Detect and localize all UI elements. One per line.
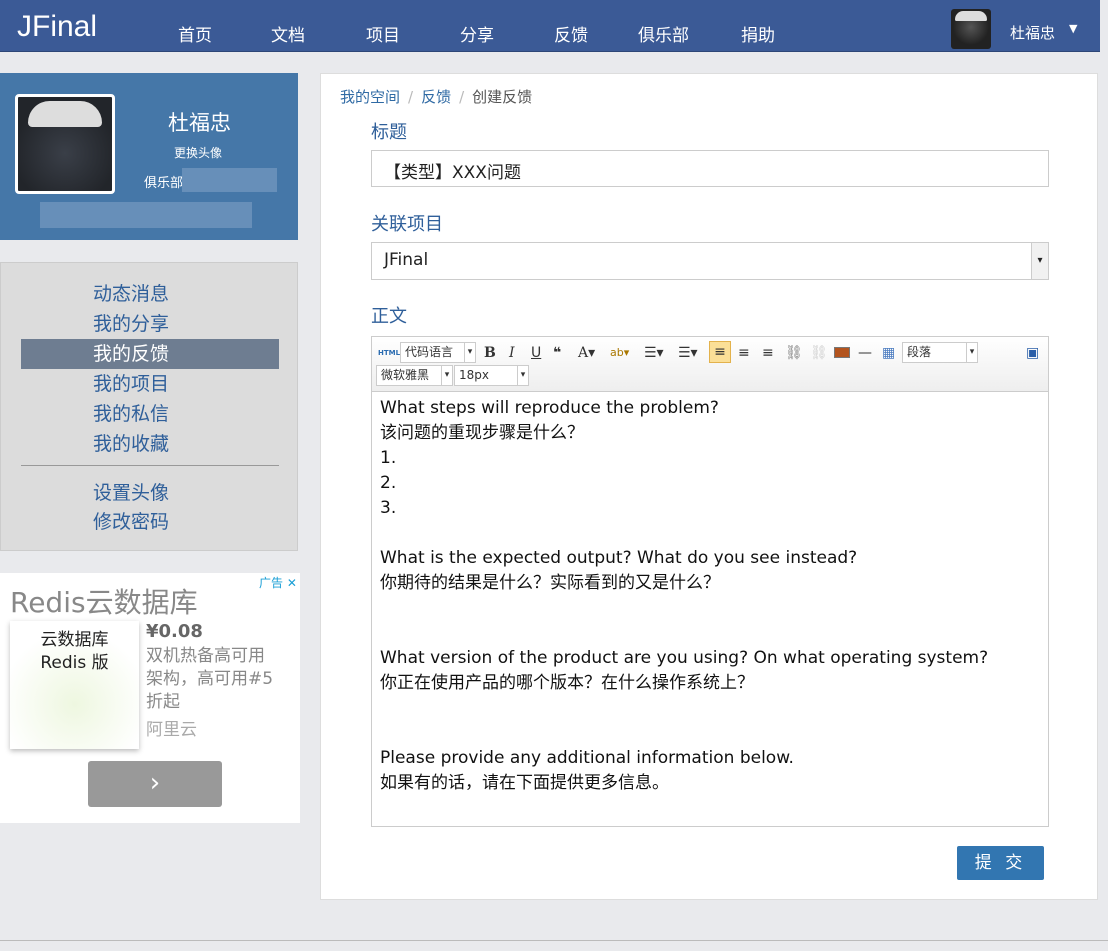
unordered-list-icon[interactable]: ☰▾	[678, 343, 698, 363]
blockquote-icon[interactable]: ❝	[553, 343, 561, 363]
submit-button[interactable]: 提 交	[957, 846, 1044, 880]
nav-donate[interactable]: 捐助	[741, 21, 775, 46]
user-name[interactable]: 杜福忠	[1010, 22, 1055, 43]
font-size-dropdown[interactable]: 18px	[454, 365, 529, 386]
unlink-icon[interactable]: ⛓	[810, 343, 828, 363]
change-avatar-link[interactable]: 更换头像	[174, 144, 222, 161]
advertisement[interactable]: Redis云数据库 广告 ✕ 云数据库 Redis 版 ¥0.08 双机热备高可…	[0, 573, 300, 823]
top-navbar: JFinal 首页 文档 项目 分享 反馈 俱乐部 捐助 杜福忠 ▼	[0, 0, 1100, 52]
font-color-icon[interactable]: A▾	[578, 343, 595, 363]
chevron-down-icon[interactable]: ▾	[1031, 243, 1048, 279]
sidebar-item-change-password[interactable]: 修改密码	[21, 507, 279, 537]
breadcrumb-my-space[interactable]: 我的空间	[340, 88, 400, 106]
project-select-value: JFinal	[384, 250, 429, 270]
ad-brand: 阿里云	[146, 720, 197, 740]
chevron-right-icon[interactable]: ›	[88, 761, 222, 807]
nav-docs[interactable]: 文档	[271, 21, 305, 46]
html-source-button[interactable]: HTML	[378, 343, 400, 363]
image-icon[interactable]	[834, 347, 850, 358]
bold-icon[interactable]: B	[484, 343, 496, 363]
project-label: 关联项目	[371, 214, 443, 235]
user-avatar[interactable]	[951, 9, 991, 49]
ordered-list-icon[interactable]: ☰▾	[644, 343, 664, 363]
ad-badge-label: 广告	[259, 576, 284, 590]
code-language-dropdown[interactable]: 代码语言	[400, 342, 476, 363]
highlight-icon[interactable]: ab▾	[610, 343, 629, 363]
profile-avatar	[15, 94, 115, 194]
ad-title: Redis云数据库	[10, 586, 198, 619]
sidebar-item-shares[interactable]: 我的分享	[21, 309, 279, 339]
ad-image-line2: Redis 版	[40, 653, 109, 673]
ad-price: ¥0.08	[146, 621, 203, 642]
title-input[interactable]: 【类型】XXX问题	[371, 150, 1049, 187]
blurred-info	[182, 168, 277, 192]
sidebar-menu: 动态消息 我的分享 我的反馈 我的项目 我的私信 我的收藏 设置头像 修改密码	[0, 262, 298, 551]
sidebar-item-projects[interactable]: 我的项目	[21, 369, 279, 399]
sidebar-item-private-messages[interactable]: 我的私信	[21, 399, 279, 429]
fullscreen-icon[interactable]: ▣	[1026, 343, 1039, 363]
editor-content[interactable]: What steps will reproduce the problem? 该…	[372, 392, 1048, 800]
sidebar-item-feedback[interactable]: 我的反馈	[21, 339, 279, 369]
sidebar-item-set-avatar[interactable]: 设置头像	[21, 478, 279, 508]
italic-icon[interactable]: I	[509, 343, 515, 363]
blurred-info	[40, 202, 252, 228]
club-label: 俱乐部	[144, 176, 184, 191]
ad-description: 双机热备高可用架构，高可用#5折起	[146, 646, 274, 712]
paragraph-dropdown[interactable]: 段落	[902, 342, 978, 363]
editor-toolbar: HTML 代码语言 B I U ❝ A▾ ab▾ ☰▾ ☰▾ ≡ ≡ ≡ ⛓ ⛓…	[372, 337, 1048, 392]
rich-text-editor[interactable]: HTML 代码语言 B I U ❝ A▾ ab▾ ☰▾ ☰▾ ≡ ≡ ≡ ⛓ ⛓…	[371, 336, 1049, 827]
divider	[0, 940, 1108, 941]
chevron-down-icon[interactable]: ▼	[1069, 22, 1077, 35]
nav-share[interactable]: 分享	[460, 21, 494, 46]
nav-home[interactable]: 首页	[178, 21, 212, 46]
horizontal-rule-icon[interactable]: —	[858, 343, 872, 363]
title-label: 标题	[371, 122, 407, 143]
sidebar-item-favorites[interactable]: 我的收藏	[21, 429, 279, 459]
divider	[21, 465, 279, 466]
nav-club[interactable]: 俱乐部	[638, 21, 689, 46]
link-icon[interactable]: ⛓	[785, 343, 803, 363]
nav-projects[interactable]: 项目	[366, 21, 400, 46]
align-center-icon[interactable]: ≡	[738, 343, 750, 363]
font-family-dropdown[interactable]: 微软雅黑	[376, 365, 453, 386]
underline-icon[interactable]: U	[531, 343, 541, 363]
project-select[interactable]: JFinal ▾	[371, 242, 1049, 280]
main-panel: 我的空间 / 反馈 / 创建反馈 标题 【类型】XXX问题 关联项目 JFinal ▾ 正…	[320, 73, 1098, 900]
body-label: 正文	[371, 306, 407, 327]
nav-feedback[interactable]: 反馈	[554, 21, 588, 46]
align-right-icon[interactable]: ≡	[762, 343, 774, 363]
breadcrumb-feedback[interactable]: 反馈	[421, 88, 451, 106]
ad-image: 云数据库 Redis 版	[10, 621, 139, 749]
logo[interactable]: JFinal	[17, 10, 97, 44]
ad-image-line1: 云数据库	[40, 630, 109, 650]
profile-name: 杜福忠	[168, 111, 231, 135]
breadcrumb: 我的空间 / 反馈 / 创建反馈	[340, 88, 533, 106]
table-icon[interactable]: ▦	[882, 343, 895, 363]
ad-badge[interactable]: 广告 ✕	[259, 574, 297, 591]
breadcrumb-current: 创建反馈	[472, 88, 533, 106]
sidebar-item-messages[interactable]: 动态消息	[21, 279, 279, 309]
align-left-icon[interactable]: ≡	[709, 341, 731, 363]
close-icon[interactable]: ✕	[287, 576, 297, 590]
